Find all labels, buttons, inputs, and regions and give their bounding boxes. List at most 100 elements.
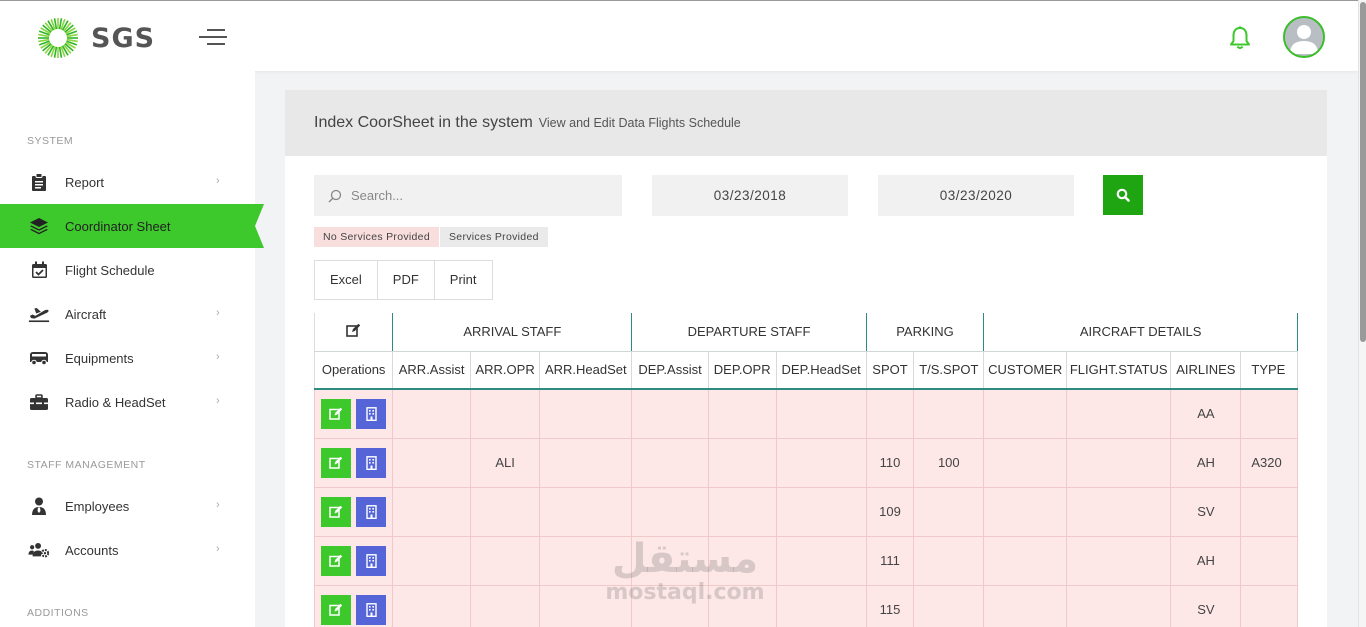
- table-cell: [392, 487, 471, 537]
- sidebar-item-label: Report: [65, 174, 105, 190]
- operations-cell: [314, 438, 394, 488]
- table-cell: [539, 585, 633, 627]
- operations-cell: [314, 536, 394, 586]
- column-header-operations[interactable]: Operations: [314, 351, 394, 390]
- table-cell: [1066, 536, 1172, 586]
- main-panel: Index CoorSheet in the system View and E…: [285, 90, 1327, 627]
- sidebar-item-radio-headset[interactable]: Radio & HeadSet ›: [0, 380, 255, 424]
- edit-row-button[interactable]: [321, 398, 352, 429]
- column-header-type[interactable]: TYPE: [1240, 351, 1298, 390]
- panel-header: Index CoorSheet in the system View and E…: [285, 90, 1327, 156]
- table-cell: 115: [866, 585, 915, 627]
- hamburger-icon[interactable]: [199, 29, 227, 47]
- table-cell: [983, 389, 1068, 439]
- toolbox-icon: [28, 391, 50, 413]
- building-details-button[interactable]: [356, 447, 387, 478]
- edit-row-button[interactable]: [321, 496, 352, 527]
- table-cell: [983, 536, 1068, 586]
- column-header-arr-opr[interactable]: ARR.OPR: [470, 351, 541, 390]
- layers-icon: [28, 215, 50, 237]
- table-row[interactable]: AA: [314, 389, 1298, 439]
- print-button[interactable]: Print: [435, 261, 492, 299]
- group-header-parking: PARKING: [866, 313, 985, 352]
- edit-icon: [329, 554, 343, 567]
- table-cell: [983, 438, 1068, 488]
- column-header-airlines[interactable]: AIRLINES: [1170, 351, 1242, 390]
- table-cell: [708, 389, 777, 439]
- sidebar-item-equipments[interactable]: Equipments ›: [0, 336, 255, 380]
- search-input[interactable]: [351, 188, 601, 203]
- sidebar-item-accounts[interactable]: Accounts ›: [0, 528, 255, 572]
- table-cell: [776, 389, 867, 439]
- sgs-logo[interactable]: SGS: [37, 17, 155, 59]
- column-header-arr-assist[interactable]: ARR.Assist: [392, 351, 471, 390]
- column-header-spot[interactable]: SPOT: [866, 351, 915, 390]
- building-icon: [365, 406, 377, 421]
- column-header-customer[interactable]: CUSTOMER: [983, 351, 1068, 390]
- table-cell: [708, 487, 777, 537]
- date-from-input[interactable]: [652, 175, 848, 216]
- building-details-button[interactable]: [356, 398, 387, 429]
- edit-row-button[interactable]: [321, 545, 352, 576]
- table-cell: [1066, 487, 1172, 537]
- building-details-button[interactable]: [356, 496, 387, 527]
- edit-icon: [329, 456, 343, 469]
- search-button[interactable]: [1103, 175, 1143, 215]
- table-row[interactable]: 109 SV: [314, 487, 1298, 537]
- scrollbar-thumb[interactable]: [1360, 2, 1366, 342]
- group-header-departure-staff: DEPARTURE STAFF: [631, 313, 867, 352]
- sidebar-item-aircraft[interactable]: Aircraft ›: [0, 292, 255, 336]
- truck-icon: [28, 347, 50, 369]
- calendar-check-icon: [28, 259, 50, 281]
- table-cell: [913, 389, 985, 439]
- date-to-input[interactable]: [878, 175, 1074, 216]
- coordinator-table-container[interactable]: ARRIVAL STAFF DEPARTURE STAFF PARKING AI…: [314, 313, 1298, 627]
- table-cell: 100: [913, 438, 985, 488]
- table-cell: [631, 389, 709, 439]
- coordinator-table: ARRIVAL STAFF DEPARTURE STAFF PARKING AI…: [314, 313, 1298, 627]
- sidebar-item-employees[interactable]: Employees ›: [0, 484, 255, 528]
- table-cell: [708, 438, 777, 488]
- table-cell: [470, 536, 541, 586]
- column-header-arr-headset[interactable]: ARR.HeadSet: [539, 351, 633, 390]
- table-row[interactable]: 115 SV: [314, 585, 1298, 627]
- sidebar-item-label: Employees: [65, 498, 130, 514]
- table-cell: [776, 585, 867, 627]
- user-avatar[interactable]: [1283, 16, 1325, 58]
- column-header-ts-spot[interactable]: T/S.SPOT: [913, 351, 985, 390]
- building-details-button[interactable]: [356, 594, 387, 625]
- table-cell: AH: [1170, 438, 1242, 488]
- sidebar-item-flight-schedule[interactable]: Flight Schedule: [0, 248, 255, 292]
- building-icon: [365, 504, 377, 519]
- column-header-flight-status[interactable]: FLIGHT.STATUS: [1066, 351, 1172, 390]
- sidebar-item-report[interactable]: Report ›: [0, 160, 255, 204]
- page-scrollbar[interactable]: [1358, 0, 1366, 627]
- chevron-right-icon: ›: [216, 499, 220, 511]
- edit-row-button[interactable]: [321, 447, 352, 478]
- table-cell: A320: [1240, 438, 1298, 488]
- table-cell: [1066, 585, 1172, 627]
- legend-services: Services Provided: [440, 227, 548, 247]
- table-cell: [392, 536, 471, 586]
- bell-icon[interactable]: [1228, 25, 1252, 51]
- building-details-button[interactable]: [356, 545, 387, 576]
- sidebar-item-label: Equipments: [65, 350, 134, 366]
- search-field[interactable]: [314, 175, 622, 216]
- chevron-right-icon: ›: [216, 175, 220, 187]
- edit-row-button[interactable]: [321, 594, 352, 625]
- table-cell: [776, 536, 867, 586]
- column-header-dep-assist[interactable]: DEP.Assist: [631, 351, 709, 390]
- column-header-dep-headset[interactable]: DEP.HeadSet: [776, 351, 867, 390]
- sidebar-item-coordinator-sheet[interactable]: Coordinator Sheet: [0, 204, 264, 248]
- group-header-arrival-staff: ARRIVAL STAFF: [392, 313, 633, 352]
- table-cell: [1240, 487, 1298, 537]
- table-row[interactable]: ALI 110 100 AH A320: [314, 438, 1298, 488]
- table-row[interactable]: 111 AH: [314, 536, 1298, 586]
- top-navbar: SGS: [0, 0, 1358, 71]
- export-pdf-button[interactable]: PDF: [378, 261, 435, 299]
- table-column-header-row: Operations ARR.Assist ARR.OPR ARR.HeadSe…: [314, 351, 1298, 390]
- logo-text: SGS: [91, 22, 156, 54]
- export-excel-button[interactable]: Excel: [315, 261, 378, 299]
- column-header-dep-opr[interactable]: DEP.OPR: [708, 351, 777, 390]
- table-cell: [631, 536, 709, 586]
